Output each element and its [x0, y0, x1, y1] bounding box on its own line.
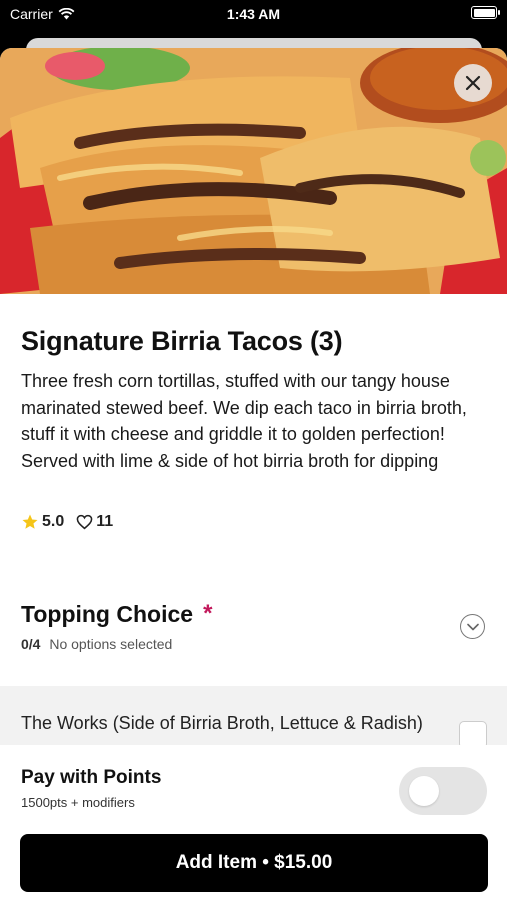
status-time: 1:43 AM — [226, 6, 281, 22]
add-item-button[interactable]: Add Item • $15.00 — [20, 834, 488, 892]
close-icon — [465, 75, 481, 91]
item-detail-sheet: Signature Birria Tacos (3) Three fresh c… — [0, 48, 507, 900]
topping-status: No options selected — [49, 636, 173, 652]
required-marker: * — [203, 600, 213, 627]
toggle-knob — [409, 776, 439, 806]
star-icon — [22, 514, 38, 529]
battery-icon — [471, 6, 500, 19]
checkout-panel: Pay with Points 1500pts + modifiers Add … — [0, 745, 507, 900]
topping-choice-header[interactable]: Topping Choice * — [21, 600, 212, 628]
heart-icon[interactable] — [76, 514, 93, 530]
likes-count: 11 — [96, 513, 114, 530]
topping-title: Topping Choice — [21, 600, 194, 627]
item-description: Three fresh corn tortillas, stuffed with… — [21, 371, 467, 471]
topping-option-label: The Works (Side of Birria Broth, Lettuce… — [21, 713, 423, 733]
topping-count: 0/4 — [21, 636, 41, 652]
rating-value: 5.0 — [42, 513, 65, 530]
item-stats: 5.0 11 — [21, 513, 113, 531]
points-subtitle: 1500pts + modifiers — [21, 795, 135, 810]
close-button[interactable] — [454, 64, 492, 102]
tacos-photo — [0, 48, 507, 294]
pay-with-points-toggle[interactable] — [399, 767, 487, 815]
status-bar: Carrier 1:43 AM — [0, 0, 507, 30]
topping-selection-status: 0/4 No options selected — [21, 636, 172, 652]
points-title: Pay with Points — [21, 767, 162, 788]
chevron-down-icon — [466, 623, 479, 630]
expand-toggle[interactable] — [460, 614, 485, 639]
item-title: Signature Birria Tacos (3) — [21, 326, 343, 356]
